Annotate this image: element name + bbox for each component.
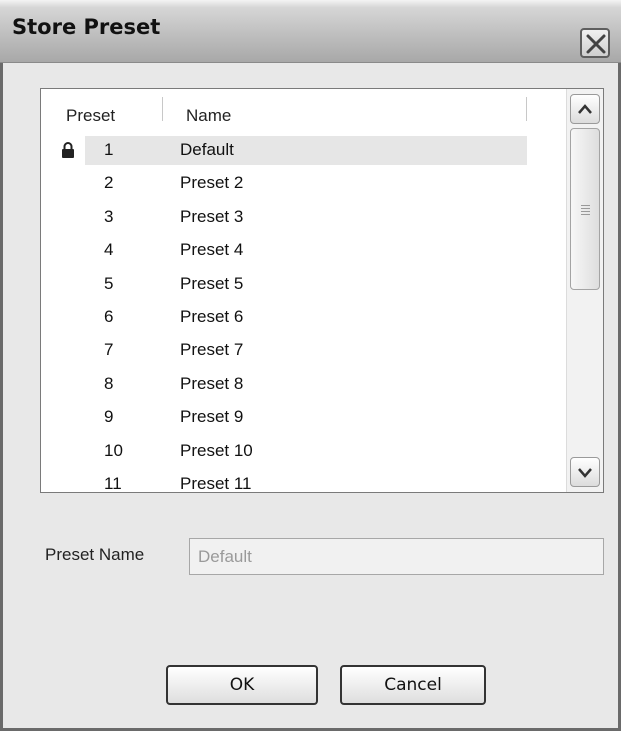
preset-number: 9 bbox=[104, 407, 114, 427]
preset-name: Preset 11 bbox=[180, 473, 252, 493]
list-row[interactable]: 10 Preset 10 bbox=[41, 435, 566, 468]
preset-name-label: Preset Name bbox=[45, 545, 145, 564]
dialog-title: Store Preset bbox=[12, 15, 161, 39]
preset-name: Preset 2 bbox=[180, 173, 244, 193]
grip-line bbox=[581, 208, 590, 209]
preset-name: Preset 3 bbox=[180, 206, 244, 226]
column-divider[interactable] bbox=[162, 97, 163, 121]
preset-name: Preset 5 bbox=[180, 273, 244, 293]
list-row[interactable]: 5 Preset 5 bbox=[41, 268, 566, 301]
list-row[interactable]: 2 Preset 2 bbox=[41, 167, 566, 200]
preset-number: 8 bbox=[104, 373, 114, 393]
preset-name: Preset 9 bbox=[180, 407, 244, 427]
scroll-down-button[interactable] bbox=[570, 457, 600, 487]
grip-line bbox=[581, 214, 590, 215]
preset-number: 7 bbox=[104, 340, 114, 360]
lock-icon bbox=[62, 142, 74, 158]
list-header: Preset Name bbox=[41, 89, 566, 127]
list-row[interactable]: 8 Preset 8 bbox=[41, 368, 566, 401]
preset-number: 6 bbox=[104, 306, 114, 326]
preset-name: Preset 4 bbox=[180, 240, 244, 260]
close-button[interactable] bbox=[580, 28, 610, 58]
preset-number: 4 bbox=[104, 240, 114, 260]
selection-highlight bbox=[85, 136, 527, 165]
preset-number: 5 bbox=[104, 273, 114, 293]
list-row[interactable]: 1 Default bbox=[41, 134, 566, 167]
chevron-up-icon bbox=[578, 104, 592, 114]
list-row[interactable]: 4 Preset 4 bbox=[41, 234, 566, 267]
preset-name: Default bbox=[180, 140, 234, 159]
preset-number: 11 bbox=[104, 473, 122, 493]
title-bar[interactable]: Store Preset bbox=[0, 0, 621, 63]
grip-line bbox=[581, 205, 590, 206]
vertical-scrollbar[interactable] bbox=[566, 89, 603, 492]
scroll-up-button[interactable] bbox=[570, 94, 600, 124]
preset-name: Preset 10 bbox=[180, 440, 253, 460]
preset-name-input[interactable] bbox=[189, 538, 604, 575]
ok-button[interactable]: OK bbox=[166, 665, 318, 705]
preset-number: 10 bbox=[104, 440, 123, 460]
column-header-name[interactable]: Name bbox=[186, 106, 231, 126]
chevron-down-icon bbox=[578, 468, 592, 478]
list-row[interactable]: 3 Preset 3 bbox=[41, 201, 566, 234]
list-rows: 1 Default 2 Preset 2 3 Preset 3 4 Preset… bbox=[41, 134, 566, 493]
preset-list[interactable]: Preset Name 1 Default 2 Preset 2 3 Prese… bbox=[40, 88, 604, 493]
preset-name: Preset 7 bbox=[180, 340, 244, 360]
cancel-button[interactable]: Cancel bbox=[340, 665, 486, 705]
list-row[interactable]: 11 Preset 11 bbox=[41, 468, 566, 493]
store-preset-dialog: Store Preset Preset Name 1 Default 2 Pre… bbox=[0, 0, 621, 731]
preset-number: 1 bbox=[104, 140, 114, 159]
list-row[interactable]: 6 Preset 6 bbox=[41, 301, 566, 334]
list-row[interactable]: 7 Preset 7 bbox=[41, 334, 566, 367]
preset-name: Preset 6 bbox=[180, 306, 244, 326]
column-header-preset[interactable]: Preset bbox=[66, 106, 115, 126]
list-row[interactable]: 9 Preset 9 bbox=[41, 401, 566, 434]
preset-number: 3 bbox=[104, 206, 114, 226]
close-icon bbox=[586, 34, 606, 54]
column-divider[interactable] bbox=[526, 97, 527, 121]
preset-name: Preset 8 bbox=[180, 373, 244, 393]
scroll-thumb[interactable] bbox=[570, 128, 600, 290]
preset-number: 2 bbox=[104, 173, 114, 193]
grip-line bbox=[581, 211, 590, 212]
